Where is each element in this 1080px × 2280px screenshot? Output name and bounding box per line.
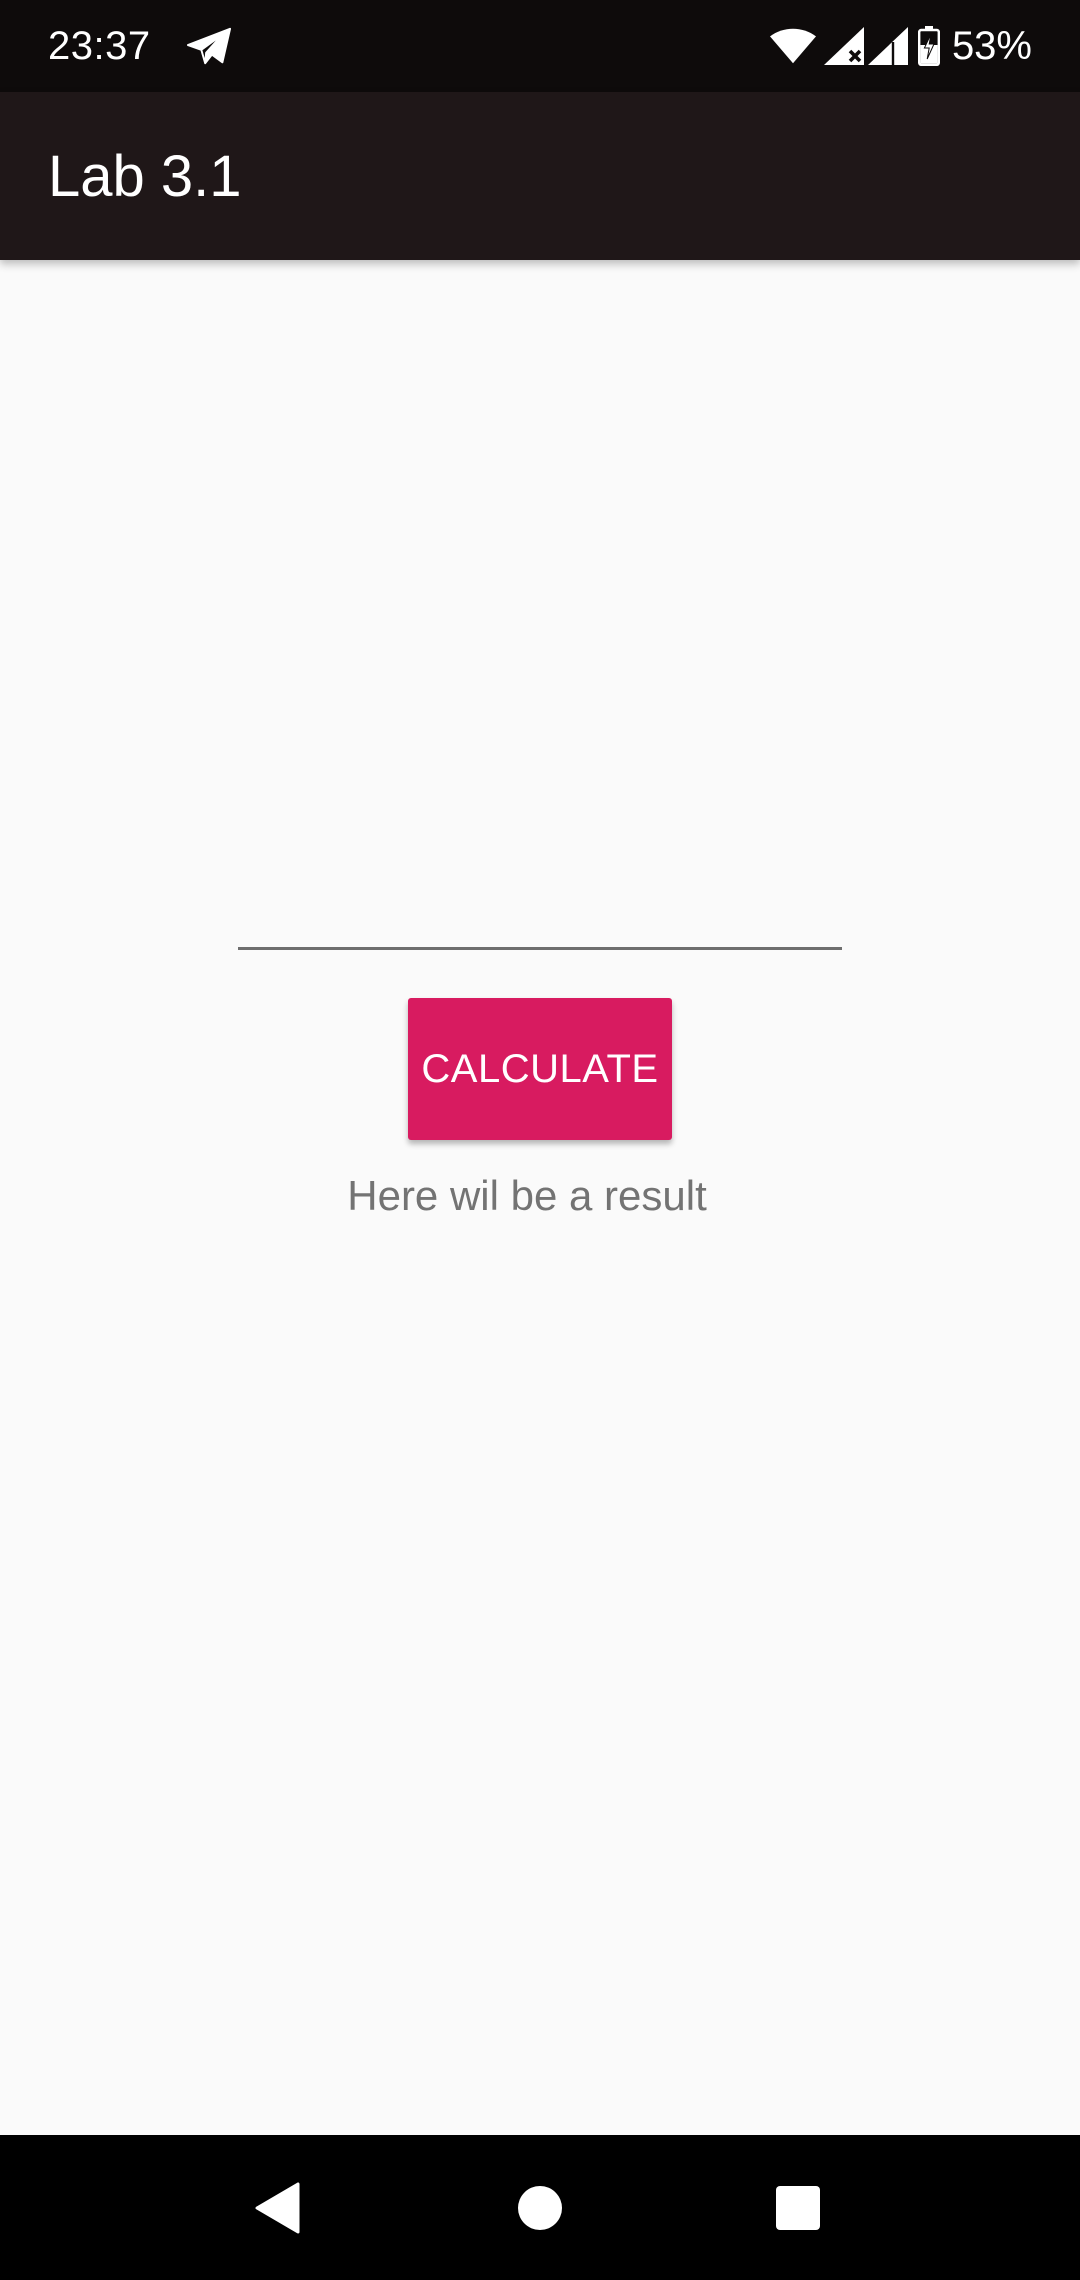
recent-apps-button[interactable] <box>718 2135 878 2280</box>
network-badge: 4 <box>802 48 811 64</box>
home-icon <box>518 2185 562 2230</box>
navigation-bar <box>0 2135 1080 2280</box>
battery-icon <box>917 26 940 66</box>
status-bar: 23:37 4 53% <box>0 0 1080 92</box>
main-content: CALCULATE Here wil be a result <box>0 260 1080 2135</box>
app-bar: Lab 3.1 <box>0 92 1080 260</box>
back-button[interactable] <box>198 2135 358 2280</box>
battery-percentage: 53% <box>951 24 1032 68</box>
app-title: Lab 3.1 <box>48 144 242 209</box>
status-time: 23:37 <box>48 24 151 68</box>
recent-apps-icon <box>776 2185 820 2230</box>
home-button[interactable] <box>460 2135 620 2280</box>
telegram-icon <box>186 27 232 65</box>
signal-icon <box>823 27 864 65</box>
result-text: Here wil be a result <box>347 1172 707 1219</box>
number-input[interactable] <box>238 860 842 950</box>
signal-icon-2 <box>867 27 908 65</box>
status-icons: 4 53% <box>769 18 1032 74</box>
back-icon <box>255 2182 300 2233</box>
calculate-button[interactable]: CALCULATE <box>408 998 672 1140</box>
wifi-icon: 4 <box>769 28 816 64</box>
